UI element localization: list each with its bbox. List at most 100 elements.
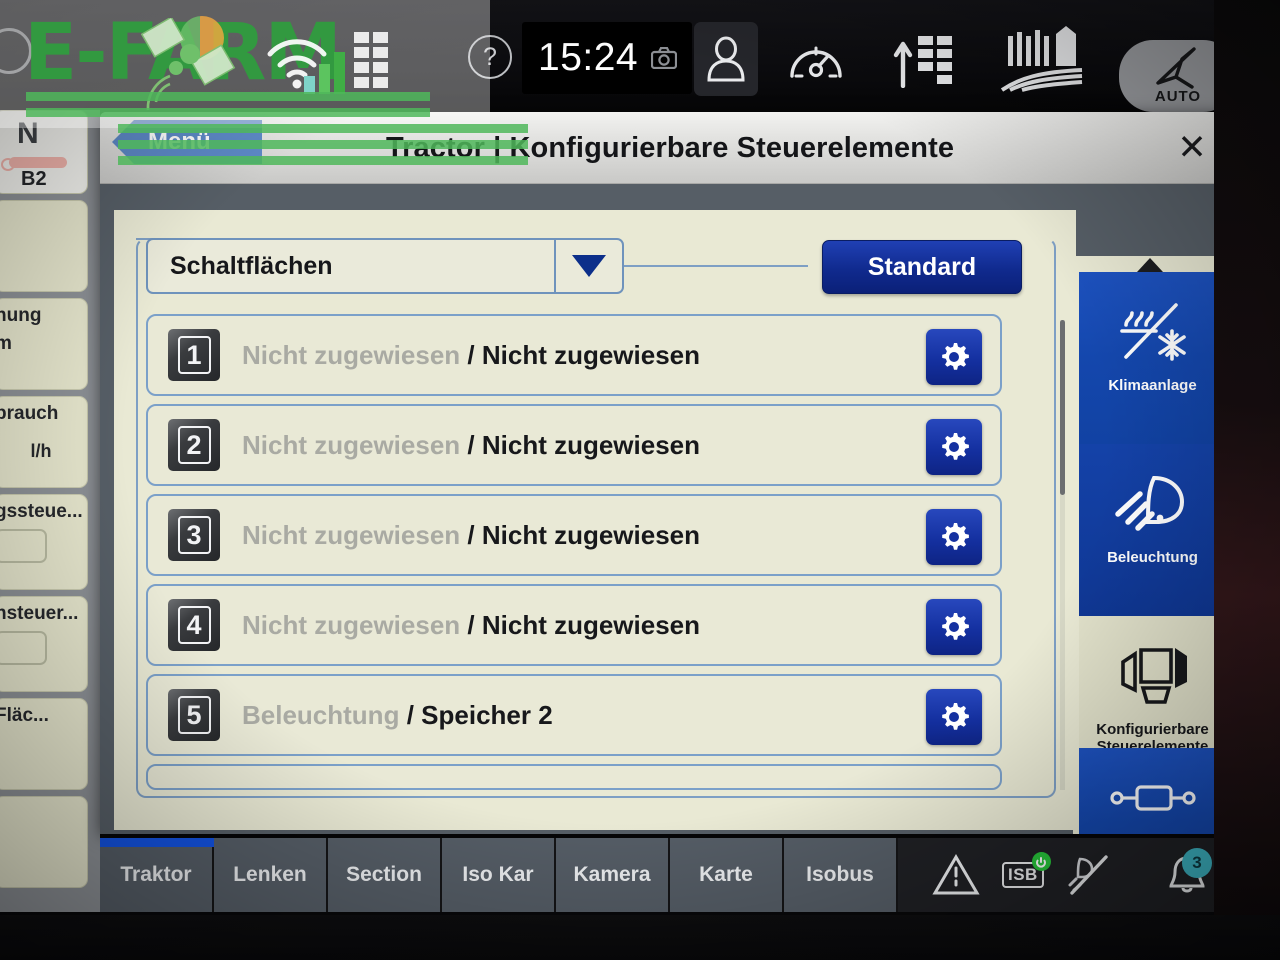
tab-isobus[interactable]: Isobus [784,838,898,912]
row-label: Nicht zugewiesen / Nicht zugewiesen [242,520,700,551]
scrollbar-thumb[interactable] [1060,320,1065,495]
row-number-badge: 1 [168,329,220,381]
armrest-controls-icon [1113,634,1193,722]
performance-monitor-button[interactable] [788,34,844,84]
configurable-controls-dialog: Tractor | Konfigurierbare Steuerelemente… [100,112,1240,834]
info-cell-0[interactable]: hung m [0,298,88,390]
bottom-tab-bar: Traktor Lenken Section Iso Kar Kamera Ka… [100,838,1280,912]
machine-terminal-photo: ? 15:24 AUTO N B2 hung m brauch l/h gsst… [0,0,1280,960]
info-cell-1[interactable]: brauch l/h [0,396,88,488]
scroll-up-icon[interactable] [1137,258,1163,272]
row-assigned: Nicht zugewiesen [242,519,461,550]
control-type-dropdown[interactable]: Schaltflächen [146,238,624,294]
row-value: Nicht zugewiesen [481,519,701,550]
row-number-badge: 5 [168,689,220,741]
sidebar-item-beleuchtung[interactable]: Beleuchtung [1079,444,1226,616]
camera-icon[interactable] [651,47,678,69]
sidebar-item-label: Klimaanlage [1108,377,1197,394]
row-separator: / [406,699,414,730]
status-badge: 3 [1182,848,1212,878]
clock-time: 15:24 [538,36,639,79]
implement-rows-button[interactable] [892,30,960,88]
row-number: 5 [177,696,211,734]
field-application-button[interactable] [1000,26,1084,92]
row-settings-button[interactable] [926,509,982,565]
connector-line [612,265,808,267]
table-row[interactable]: 3 Nicht zugewiesen / Nicht zugewiesen [146,494,1002,576]
gauge-icon [790,46,842,78]
shuttle-lever-icon [1,157,67,171]
row-settings-button[interactable] [926,689,982,745]
upload-rows-icon [893,36,952,88]
cabin-background-bottom [0,915,1280,960]
info-cell-0-sub: m [0,333,12,354]
back-button-label: Menü [148,128,211,155]
tab-iso-kar[interactable]: Iso Kar [442,838,556,912]
info-cell-0-title: hung [0,305,42,326]
cabin-background-right [1214,0,1280,960]
table-row[interactable]: 1 Nicht zugewiesen / Nicht zugewiesen [146,314,1002,396]
chevron-down-icon[interactable] [554,240,622,292]
info-cell-1-sub: l/h [30,441,52,461]
info-cell-4[interactable]: Fläc... [0,698,88,790]
row-assigned: Beleuchtung [242,699,400,730]
row-assigned: Nicht zugewiesen [242,609,461,640]
info-cell-blank-2[interactable] [0,796,88,888]
sidebar-item-label: Zusatzsteuergeräte [1080,831,1226,834]
tab-karte[interactable]: Karte [670,838,784,912]
headlight-icon [1110,462,1196,550]
tab-lenken[interactable]: Lenken [214,838,328,912]
gear-letter: N [17,117,39,150]
isb-label: ISB [1008,865,1038,884]
row-number: 2 [177,426,211,464]
climate-control-icon [1110,290,1196,378]
controls-list: 1 Nicht zugewiesen / Nicht zugewiesen 2 … [146,314,1046,794]
page-title: Tractor | Konfigurierbare Steuerelemente [385,132,955,164]
isb-power-dot [1031,852,1051,871]
sidebar-item-klimaanlage[interactable]: Klimaanlage [1079,272,1226,444]
gear-indicator: N B2 [0,110,88,194]
info-cell-2-value-box [0,529,47,563]
help-icon[interactable]: ? [468,35,512,79]
auto-label: AUTO [1154,88,1202,105]
info-cell-3-value-box [0,631,47,665]
function-sidebar: Klimaanlage Beleuchtung Konfigurierbare … [1073,256,1226,834]
row-settings-button[interactable] [926,599,982,655]
row-assigned: Nicht zugewiesen [242,429,461,460]
list-scrollbar[interactable] [1060,320,1065,790]
info-cell-2[interactable]: gssteue... [0,494,88,590]
tab-kamera[interactable]: Kamera [556,838,670,912]
gear-icon [942,613,969,640]
dropdown-selected-value: Schaltflächen [170,251,333,280]
table-row-partial[interactable] [146,764,1002,790]
gear-icon [942,433,969,460]
operator-profile-button[interactable] [694,22,758,96]
left-edge-circle-icon [0,28,32,74]
tab-section[interactable]: Section [328,838,442,912]
table-row[interactable]: 5 Beleuchtung / Speicher 2 [146,674,1002,756]
row-separator: / [467,519,475,550]
row-number-badge: 4 [168,599,220,651]
close-icon[interactable]: ✕ [1170,128,1214,172]
back-to-menu-button[interactable]: Menü [112,120,262,164]
info-cell-blank[interactable] [0,200,88,292]
row-assigned: Nicht zugewiesen [242,339,461,370]
info-cell-3[interactable]: nsteuer... [0,596,88,692]
control-row: Schaltflächen Standard [146,238,1046,294]
table-row[interactable]: 4 Nicht zugewiesen / Nicht zugewiesen [146,584,1002,666]
row-settings-button[interactable] [926,329,982,385]
table-row[interactable]: 2 Nicht zugewiesen / Nicht zugewiesen [146,404,1002,486]
warning-triangle-icon[interactable] [932,854,980,896]
isb-icon[interactable]: ISB [1002,852,1051,888]
standard-button[interactable]: Standard [822,240,1022,294]
gear-mode: B2 [21,168,47,190]
light-off-icon[interactable] [1066,853,1112,897]
content-panel: Schaltflächen Standard 1 Nicht zugewiese… [114,210,1076,830]
sidebar-item-zusatzsteuergeraete[interactable]: Zusatzsteuergeräte [1079,748,1226,834]
info-cell-1-title: brauch [0,403,59,424]
tab-traktor[interactable]: Traktor [100,838,214,912]
row-settings-button[interactable] [926,419,982,475]
row-label: Nicht zugewiesen / Nicht zugewiesen [242,340,700,371]
notifications-button[interactable]: 3 [1158,846,1216,904]
row-value: Nicht zugewiesen [481,339,701,370]
